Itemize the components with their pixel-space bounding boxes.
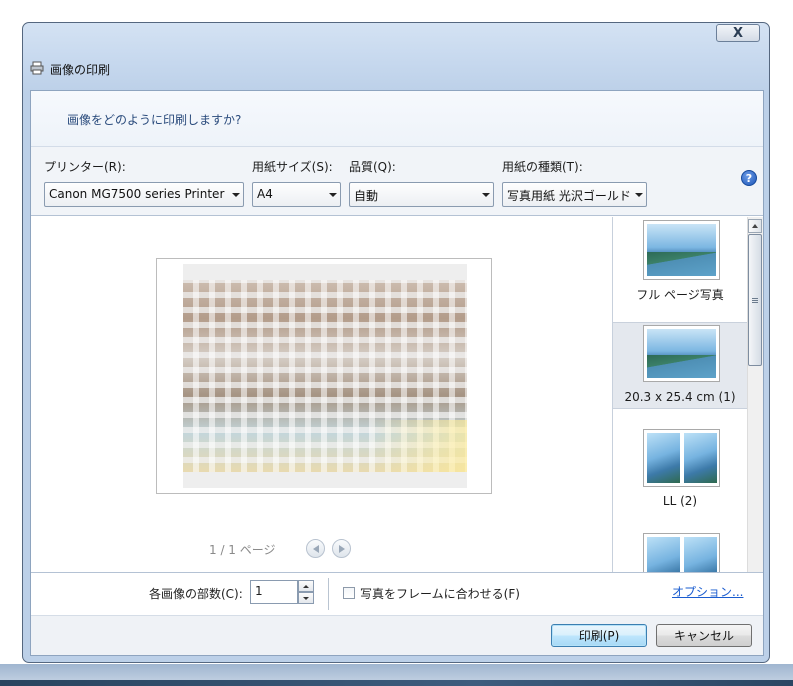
layout-label: フル ページ写真 bbox=[636, 288, 724, 302]
paper-type-select-value: 写真用紙 光沢ゴールド bbox=[507, 189, 631, 203]
prev-page-icon bbox=[312, 544, 319, 553]
layout-thumbnail bbox=[643, 325, 720, 382]
paper-size-select-value: A4 bbox=[257, 187, 273, 201]
landscape-image bbox=[647, 433, 680, 483]
taskbar-strip bbox=[0, 680, 793, 686]
printer-label: プリンター(R): bbox=[44, 160, 126, 174]
paper-size-select[interactable]: A4 bbox=[252, 182, 341, 207]
next-page-button[interactable] bbox=[332, 539, 351, 558]
fit-to-frame-checkbox[interactable] bbox=[343, 587, 355, 599]
chevron-down-icon bbox=[232, 193, 240, 197]
options-link[interactable]: オプション... bbox=[672, 583, 743, 600]
layout-thumbnail bbox=[643, 429, 720, 487]
arrow-down-icon bbox=[303, 596, 309, 600]
paper-type-select[interactable]: 写真用紙 光沢ゴールド bbox=[502, 182, 647, 207]
layout-thumbnail bbox=[643, 533, 720, 572]
scroll-up-button[interactable] bbox=[748, 219, 762, 233]
copies-spin-up[interactable] bbox=[298, 580, 314, 592]
next-page-icon bbox=[338, 544, 345, 553]
landscape-image bbox=[684, 537, 717, 572]
chevron-down-icon bbox=[329, 193, 337, 197]
layout-label: LL (2) bbox=[662, 494, 698, 508]
landscape-water bbox=[647, 354, 716, 378]
close-button[interactable]: X bbox=[716, 24, 760, 42]
page-indicator: 1 / 1 ページ bbox=[209, 543, 276, 557]
quality-label: 品質(Q): bbox=[349, 160, 396, 174]
print-button[interactable]: 印刷(P) bbox=[551, 624, 647, 647]
layout-label: 20.3 x 25.4 cm (1) bbox=[624, 390, 736, 404]
landscape-image bbox=[647, 537, 680, 572]
paper-size-label: 用紙サイズ(S): bbox=[252, 160, 333, 174]
dialog-footer bbox=[31, 615, 763, 655]
window-title: 画像の印刷 bbox=[50, 63, 111, 77]
quality-select-value: 自動 bbox=[354, 189, 379, 203]
paper-type-label: 用紙の種類(T): bbox=[502, 160, 583, 174]
copies-label: 各画像の部数(C): bbox=[149, 587, 243, 601]
prev-page-button[interactable] bbox=[306, 539, 325, 558]
quality-select[interactable]: 自動 bbox=[349, 182, 494, 207]
landscape-water bbox=[647, 251, 716, 276]
fit-to-frame-label[interactable]: 写真をフレームに合わせる(F) bbox=[360, 585, 520, 602]
grip-icon bbox=[752, 297, 758, 303]
divider bbox=[328, 578, 329, 610]
copies-spin-down[interactable] bbox=[298, 592, 314, 604]
close-icon: X bbox=[732, 25, 744, 41]
landscape-image bbox=[684, 433, 717, 483]
chevron-down-icon bbox=[482, 193, 490, 197]
photo-collage-highlight bbox=[370, 420, 467, 472]
arrow-up-icon bbox=[303, 584, 309, 588]
printer-select-value: Canon MG7500 series Printer bbox=[49, 187, 225, 201]
question-text: 画像をどのように印刷しますか? bbox=[67, 113, 242, 127]
chevron-down-icon bbox=[635, 193, 643, 197]
copies-input[interactable]: 1 bbox=[250, 580, 298, 604]
printer-select[interactable]: Canon MG7500 series Printer bbox=[44, 182, 244, 207]
scrollbar-thumb[interactable] bbox=[748, 234, 762, 366]
cancel-button[interactable]: キャンセル bbox=[656, 624, 752, 647]
layout-thumbnail bbox=[643, 220, 720, 280]
arrow-up-icon bbox=[752, 224, 758, 228]
printer-icon bbox=[30, 61, 44, 75]
help-icon[interactable]: ? bbox=[741, 170, 757, 186]
